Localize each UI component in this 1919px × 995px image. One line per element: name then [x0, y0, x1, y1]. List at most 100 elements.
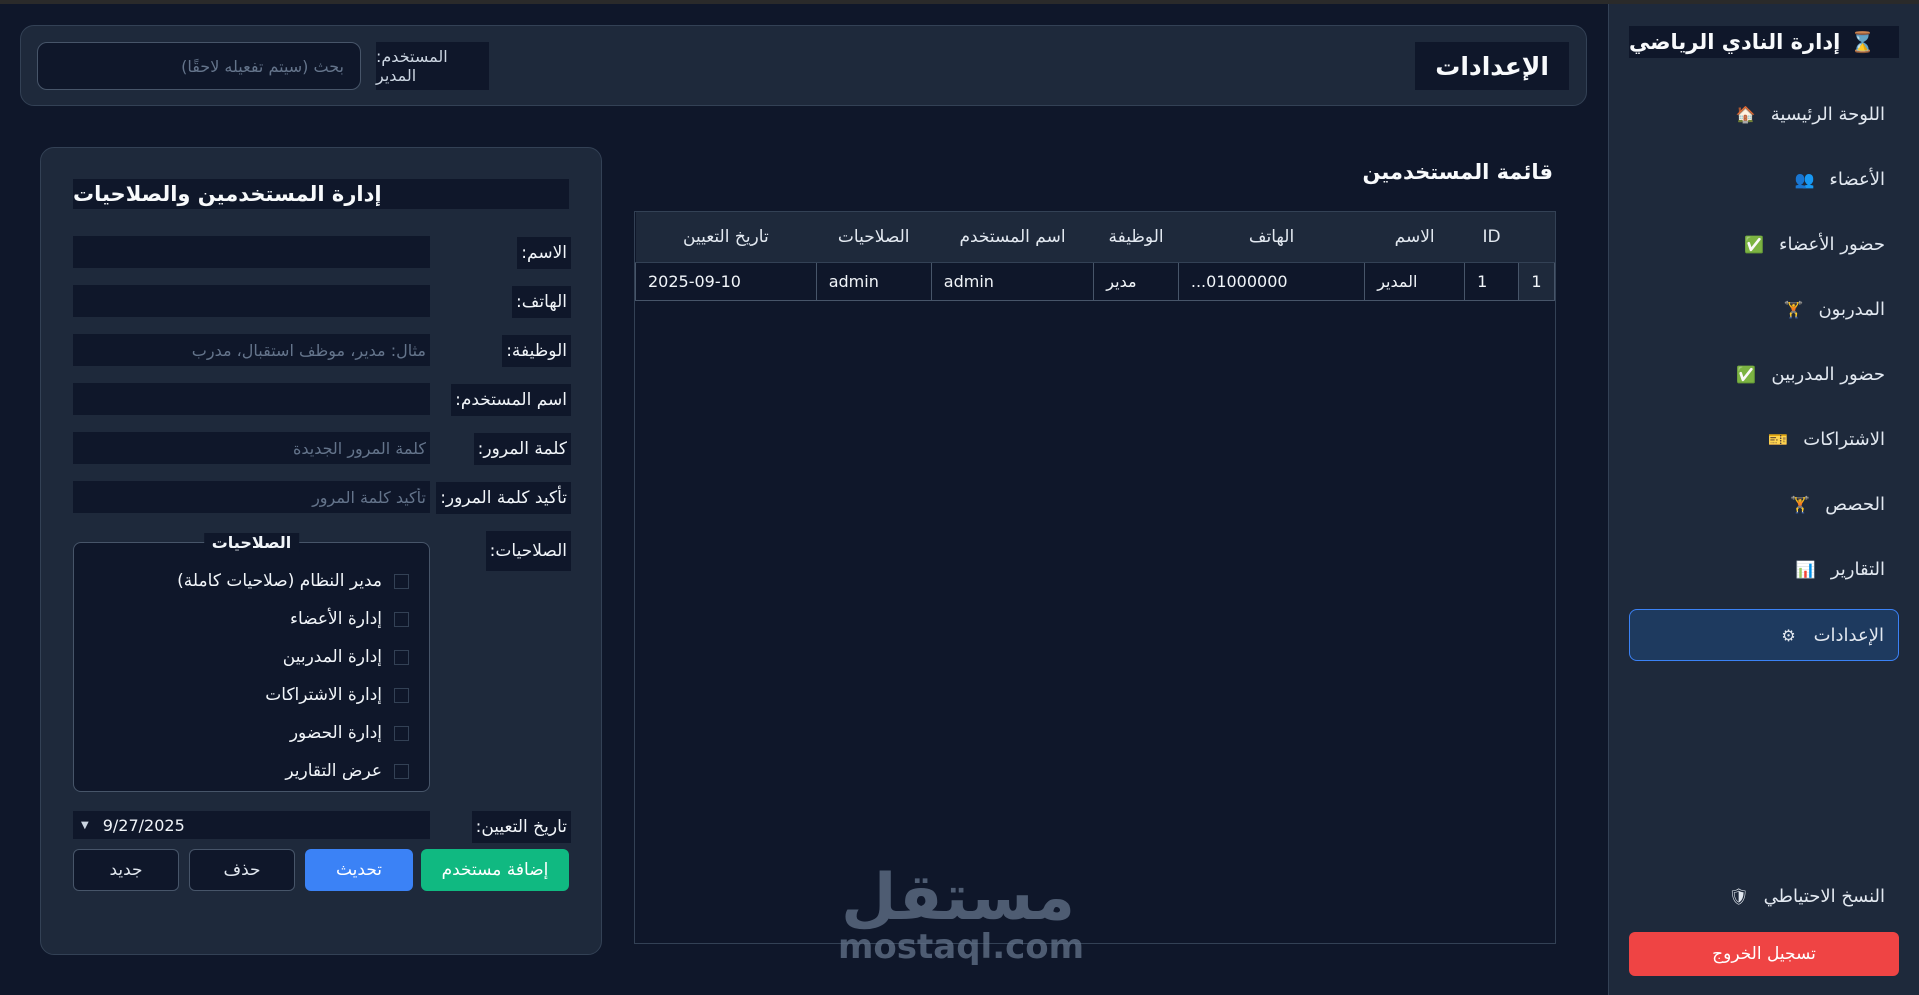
permission-label: مدير النظام (صلاحيات كاملة) — [177, 571, 382, 591]
sidebar-item-classes[interactable]: الحصص 🏋 — [1629, 478, 1899, 530]
name-label: الاسم: — [517, 237, 571, 269]
current-user-label: المستخدم: المدير — [376, 42, 489, 90]
permission-members[interactable]: إدارة الأعضاء — [290, 606, 409, 632]
sidebar-item-dashboard[interactable]: اللوحة الرئيسية 🏠 — [1629, 88, 1899, 140]
shield-icon: 🛡 — [1728, 886, 1749, 906]
permission-label: إدارة الحضور — [289, 723, 382, 743]
page-header: الإعدادات المستخدم: المدير — [20, 25, 1587, 106]
permissions-label: الصلاحيات: — [485, 531, 571, 571]
users-table[interactable]: ID الاسم الهاتف الوظيفة اسم المستخدم الص… — [634, 211, 1556, 944]
permission-admin[interactable]: مدير النظام (صلاحيات كاملة) — [177, 568, 409, 594]
sidebar-item-label: الاشتراكات — [1803, 428, 1885, 450]
sidebar: ⌛ إدارة النادي الرياضي اللوحة الرئيسية 🏠… — [1608, 4, 1919, 995]
delete-button[interactable]: حذف — [189, 849, 295, 891]
new-button[interactable]: جديد — [73, 849, 179, 891]
checkbox[interactable] — [394, 725, 409, 741]
add-user-button[interactable]: إضافة مستخدم — [421, 849, 569, 891]
ticket-icon: 🎫 — [1768, 429, 1789, 449]
cell-hire-date[interactable]: 2025-09-10 — [635, 261, 817, 301]
hire-date-picker[interactable]: ▼ 9/27/2025 — [73, 811, 430, 839]
checkbox[interactable] — [394, 573, 409, 589]
users-icon: 👥 — [1794, 169, 1815, 189]
form-title: إدارة المستخدمين والصلاحيات — [73, 179, 569, 209]
trainer-icon: 🏋 — [1783, 299, 1804, 319]
sidebar-item-label: الإعدادات — [1813, 624, 1884, 646]
table-header-row: ID الاسم الهاتف الوظيفة اسم المستخدم الص… — [635, 212, 1555, 263]
sidebar-item-members-attendance[interactable]: حضور الأعضاء ✅ — [1629, 218, 1899, 270]
watermark: مستقل mostaql.com — [838, 866, 1084, 964]
sidebar-item-subscriptions[interactable]: الاشتراكات 🎫 — [1629, 413, 1899, 465]
cell-id[interactable]: 1 — [1464, 261, 1519, 301]
permission-label: إدارة الاشتراكات — [265, 685, 382, 705]
sidebar-item-trainers-attendance[interactable]: حضور المدربين ✅ — [1629, 348, 1899, 400]
sidebar-item-backup[interactable]: النسخ الاحتياطي 🛡 — [1629, 870, 1899, 922]
home-icon: 🏠 — [1735, 104, 1756, 124]
username-label: اسم المستخدم: — [451, 384, 571, 416]
check-icon: ✅ — [1736, 364, 1757, 384]
weightlifter-icon: 🏋 — [1790, 494, 1811, 514]
column-header-name[interactable]: الاسم — [1364, 212, 1465, 263]
cell-permissions[interactable]: admin — [815, 261, 932, 301]
permissions-group: الصلاحيات مدير النظام (صلاحيات كاملة) إد… — [73, 533, 430, 792]
user-form-panel: إدارة المستخدمين والصلاحيات الاسم: الهات… — [40, 147, 602, 955]
hire-date-value: 9/27/2025 — [102, 815, 185, 835]
permission-label: إدارة المدربين — [282, 647, 382, 667]
permission-label: إدارة الأعضاء — [289, 609, 382, 629]
check-icon: ✅ — [1744, 234, 1764, 254]
permission-attendance[interactable]: إدارة الحضور — [290, 720, 409, 746]
checkbox[interactable] — [394, 611, 409, 627]
search-input[interactable] — [37, 42, 361, 90]
row-number: 1 — [1518, 261, 1555, 301]
job-label: الوظيفة: — [502, 335, 571, 367]
checkbox[interactable] — [394, 649, 409, 665]
permission-trainers[interactable]: إدارة المدربين — [283, 644, 409, 670]
cell-username[interactable]: admin — [930, 261, 1095, 301]
column-header-phone[interactable]: الهاتف — [1178, 212, 1365, 263]
sidebar-item-members[interactable]: الأعضاء 👥 — [1629, 153, 1899, 205]
sidebar-item-label: النسخ الاحتياطي — [1763, 885, 1885, 907]
column-header-job[interactable]: الوظيفة — [1093, 212, 1179, 263]
app-title: إدارة النادي الرياضي — [1629, 30, 1841, 54]
update-button[interactable]: تحديث — [305, 849, 413, 891]
chevron-down-icon[interactable]: ▼ — [81, 820, 89, 831]
cell-job[interactable]: مدير — [1093, 261, 1179, 301]
chart-icon: 📊 — [1795, 559, 1816, 579]
table-row[interactable]: 1 1 المدير 01000000... مدير admin admin … — [635, 261, 1555, 301]
phone-label: الهاتف: — [512, 286, 571, 318]
sidebar-item-label: الحصص — [1825, 493, 1885, 515]
sidebar-item-label: اللوحة الرئيسية — [1770, 103, 1885, 125]
name-field[interactable] — [73, 236, 430, 268]
permissions-legend: الصلاحيات — [203, 533, 300, 552]
password-label: كلمة المرور: — [473, 433, 571, 465]
sidebar-item-label: الأعضاء — [1829, 168, 1885, 190]
column-header-hire-date[interactable]: تاريخ التعيين — [635, 212, 817, 263]
confirm-password-field[interactable] — [73, 481, 430, 513]
logout-button[interactable]: تسجيل الخروج — [1629, 932, 1899, 976]
permission-subscriptions[interactable]: إدارة الاشتراكات — [265, 682, 409, 708]
app-brand: ⌛ إدارة النادي الرياضي — [1629, 26, 1899, 58]
password-field[interactable] — [73, 432, 430, 464]
sidebar-item-settings[interactable]: الإعدادات ⚙ — [1629, 609, 1899, 661]
checkbox[interactable] — [394, 763, 409, 779]
row-header-corner — [1518, 212, 1555, 263]
sidebar-item-reports[interactable]: التقارير 📊 — [1629, 543, 1899, 595]
permission-reports[interactable]: عرض التقارير — [285, 758, 409, 784]
cell-phone[interactable]: 01000000... — [1177, 261, 1366, 301]
column-header-permissions[interactable]: الصلاحيات — [816, 212, 932, 263]
hire-date-label: تاريخ التعيين: — [471, 811, 571, 843]
sidebar-item-trainers[interactable]: المدربون 🏋 — [1629, 283, 1899, 335]
checkbox[interactable] — [394, 687, 409, 703]
job-field[interactable] — [73, 334, 430, 366]
column-header-id[interactable]: ID — [1464, 212, 1519, 263]
gear-icon: ⚙ — [1781, 625, 1796, 645]
sidebar-item-label: حضور المدربين — [1771, 363, 1885, 385]
hourglass-icon: ⌛ — [1850, 30, 1876, 54]
username-field[interactable] — [73, 383, 430, 415]
page-title: الإعدادات — [1415, 42, 1569, 90]
permission-label: عرض التقارير — [285, 761, 382, 781]
sidebar-item-label: حضور الأعضاء — [1778, 233, 1885, 255]
column-header-username[interactable]: اسم المستخدم — [931, 212, 1094, 263]
sidebar-item-label: المدربون — [1818, 298, 1885, 320]
phone-field[interactable] — [73, 285, 430, 317]
cell-name[interactable]: المدير — [1364, 261, 1466, 301]
